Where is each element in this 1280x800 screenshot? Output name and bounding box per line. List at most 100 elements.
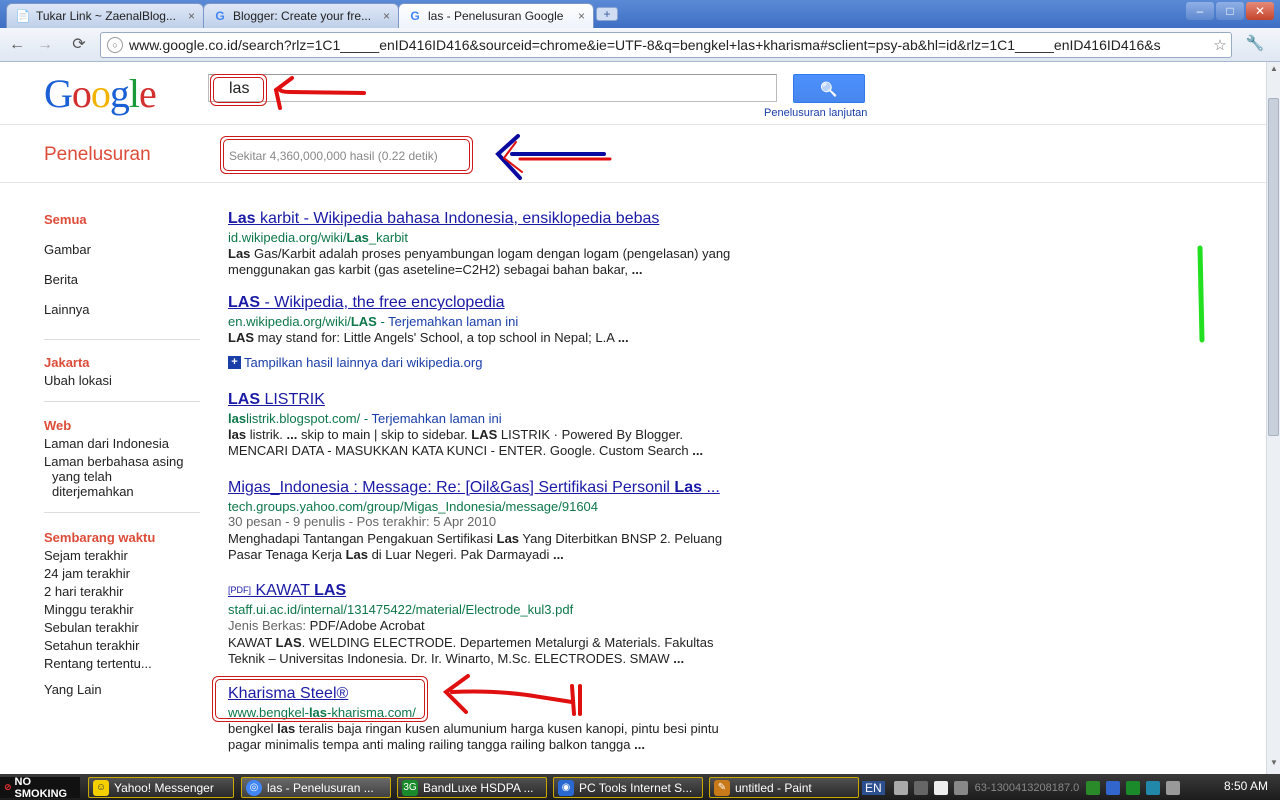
nav-past-24h[interactable]: 24 jam terakhir — [44, 566, 130, 581]
search-input[interactable]: las — [208, 74, 777, 102]
google-favicon-icon: G — [410, 9, 420, 23]
nav-past-year[interactable]: Setahun terakhir — [44, 638, 139, 653]
nav-divider — [44, 401, 200, 402]
result-title[interactable]: Migas_Indonesia : Message: Re: [Oil&Gas]… — [228, 479, 768, 497]
taskbar-label: las - Penelusuran ... — [267, 780, 374, 795]
nav-past-week[interactable]: Minggu terakhir — [44, 602, 134, 617]
annotation-ring-stats — [220, 136, 473, 174]
title-bar: 📄 Tukar Link ~ ZaenalBlog... × G Blogger… — [0, 0, 1280, 28]
taskbar: ⊘ NO SMOKING ☺ Yahoo! Messenger ◎ las - P… — [0, 774, 1280, 800]
nav-past-month[interactable]: Sebulan terakhir — [44, 620, 139, 635]
result-item: [PDF] KAWAT LAS staff.ui.ac.id/internal/… — [228, 582, 768, 667]
new-tab-button[interactable]: + — [596, 7, 618, 21]
taskbar-pctools[interactable]: ◉ PC Tools Internet S... — [553, 777, 703, 798]
3g-icon[interactable] — [1126, 780, 1141, 795]
language-indicator[interactable]: EN — [862, 780, 885, 795]
nav-foreign-pages[interactable]: Laman berbahasa asing — [44, 454, 184, 469]
help-icon[interactable] — [933, 780, 948, 795]
result-snippet: LAS may stand for: Little Angels' School… — [228, 330, 629, 345]
result-url: laslistrik.blogspot.com/ - Terjemahkan l… — [228, 411, 502, 426]
close-icon[interactable]: × — [188, 9, 195, 23]
advanced-search-link[interactable]: Penelusuran lanjutan — [764, 107, 867, 119]
tool-icon[interactable] — [913, 780, 928, 795]
scroll-up-icon[interactable]: ▲ — [1267, 64, 1280, 78]
maximize-button[interactable]: □ — [1216, 2, 1244, 20]
taskbar-paint[interactable]: ✎ untitled - Paint — [709, 777, 859, 798]
result-url: id.wikipedia.org/wiki/Las_karbit — [228, 230, 408, 245]
bookmark-star-icon[interactable]: ☆ — [1209, 36, 1231, 54]
taskbar-yahoo-messenger[interactable]: ☺ Yahoo! Messenger — [88, 777, 234, 798]
search-icon: 🔍 — [820, 81, 838, 97]
result-item: LAS LISTRIK laslistrik.blogspot.com/ - T… — [228, 391, 768, 459]
google-logo[interactable]: Google — [44, 70, 157, 117]
taskbar-chrome[interactable]: ◎ las - Penelusuran ... — [241, 777, 391, 798]
nav-more[interactable]: Lainnya — [44, 302, 90, 317]
nav-all[interactable]: Semua — [44, 212, 87, 227]
start-button[interactable]: ⊘ NO SMOKING — [0, 776, 80, 800]
tab-blogger[interactable]: G Blogger: Create your fre... × — [203, 3, 399, 28]
blue-arrow-stats — [495, 134, 612, 180]
tab-search-active[interactable]: G las - Penelusuran Google × — [398, 3, 594, 28]
scroll-down-icon[interactable]: ▼ — [1267, 758, 1280, 772]
nav-news[interactable]: Berita — [44, 272, 78, 287]
time-heading: Sembarang waktu — [44, 530, 156, 545]
search-page: Google las 🔍 Penelusuran lanjutan Penelu… — [0, 62, 1266, 774]
back-button[interactable]: ← — [6, 34, 28, 56]
result-meta: 30 pesan - 9 penulis - Pos terakhir: 5 A… — [228, 514, 497, 529]
nav-more-tools[interactable]: Yang Lain — [44, 682, 102, 697]
change-location-link[interactable]: Ubah lokasi — [44, 373, 112, 388]
result-item: LAS - Wikipedia, the free encyclopedia e… — [228, 294, 768, 346]
nav-images[interactable]: Gambar — [44, 242, 91, 257]
result-item: Las karbit - Wikipedia bahasa Indonesia,… — [228, 210, 768, 278]
nav-foreign-pages-cont[interactable]: yang telah — [52, 469, 112, 484]
tab-tukar-link[interactable]: 📄 Tukar Link ~ ZaenalBlog... × — [6, 3, 204, 28]
nav-custom-range[interactable]: Rentang tertentu... — [44, 656, 152, 671]
clock[interactable]: 8:50 AM — [1224, 779, 1268, 793]
address-bar[interactable]: ○ www.google.co.id/search?rlz=1C1_____en… — [100, 32, 1232, 58]
taskbar-label: untitled - Paint — [735, 780, 812, 795]
scroll-thumb[interactable] — [1268, 98, 1279, 436]
header-divider — [0, 124, 1266, 125]
web-heading: Web — [44, 418, 72, 433]
nav-past-2days[interactable]: 2 hari terakhir — [44, 584, 123, 599]
result-title[interactable]: LAS LISTRIK — [228, 391, 768, 409]
annotation-ring-query — [210, 74, 267, 106]
more-results-link[interactable]: + Tampilkan hasil lainnya dari wikipedia… — [228, 355, 482, 370]
paint-icon: ✎ — [714, 779, 730, 796]
taskbar-bandluxe[interactable]: 3G BandLuxe HSDPA ... — [397, 777, 547, 798]
volume-icon[interactable] — [1166, 780, 1181, 795]
globe-icon[interactable] — [1146, 780, 1161, 795]
close-window-button[interactable]: ✕ — [1246, 2, 1274, 20]
result-title[interactable]: Las karbit - Wikipedia bahasa Indonesia,… — [228, 210, 768, 228]
nav-past-hour[interactable]: Sejam terakhir — [44, 548, 128, 563]
result-snippet: las listrik. ... skip to main | skip to … — [228, 427, 704, 458]
toolbar-divider — [0, 182, 1266, 183]
nav-divider — [44, 339, 200, 340]
monitor-icon[interactable] — [953, 780, 968, 795]
result-title[interactable]: [PDF] KAWAT LAS — [228, 582, 768, 600]
taskbar-label: BandLuxe HSDPA ... — [423, 780, 534, 795]
forward-button[interactable]: → — [34, 34, 56, 56]
close-icon[interactable]: × — [383, 9, 390, 23]
network-icon[interactable] — [1086, 780, 1101, 795]
translate-link[interactable]: Terjemahkan laman ini — [372, 411, 502, 426]
document-icon: 📄 — [15, 9, 31, 23]
system-tray: EN 63-1300413208187.0 — [862, 777, 1280, 798]
minimize-button[interactable]: – — [1186, 2, 1214, 20]
reload-button[interactable]: ⟳ — [68, 34, 90, 56]
translate-link[interactable]: Terjemahkan laman ini — [388, 314, 518, 329]
wrench-menu-icon[interactable]: 🔧 — [1244, 34, 1266, 56]
taskbar-label: PC Tools Internet S... — [579, 780, 693, 795]
result-title[interactable]: LAS - Wikipedia, the free encyclopedia — [228, 294, 768, 312]
nav-pages-indonesia[interactable]: Laman dari Indonesia — [44, 436, 169, 451]
search-button[interactable]: 🔍 — [793, 74, 865, 103]
annotation-ring-kharisma — [212, 676, 428, 722]
close-icon[interactable]: × — [578, 9, 585, 23]
nav-foreign-pages-cont[interactable]: diterjemahkan — [52, 484, 134, 499]
vertical-scrollbar[interactable]: ▲ ▼ — [1266, 62, 1280, 774]
result-url: tech.groups.yahoo.com/group/Migas_Indone… — [228, 499, 599, 514]
shield-icon[interactable] — [1106, 780, 1121, 795]
no-smoking-icon: ⊘ — [4, 782, 12, 792]
pen-icon[interactable] — [893, 780, 908, 795]
yahoo-icon: ☺ — [93, 779, 109, 796]
